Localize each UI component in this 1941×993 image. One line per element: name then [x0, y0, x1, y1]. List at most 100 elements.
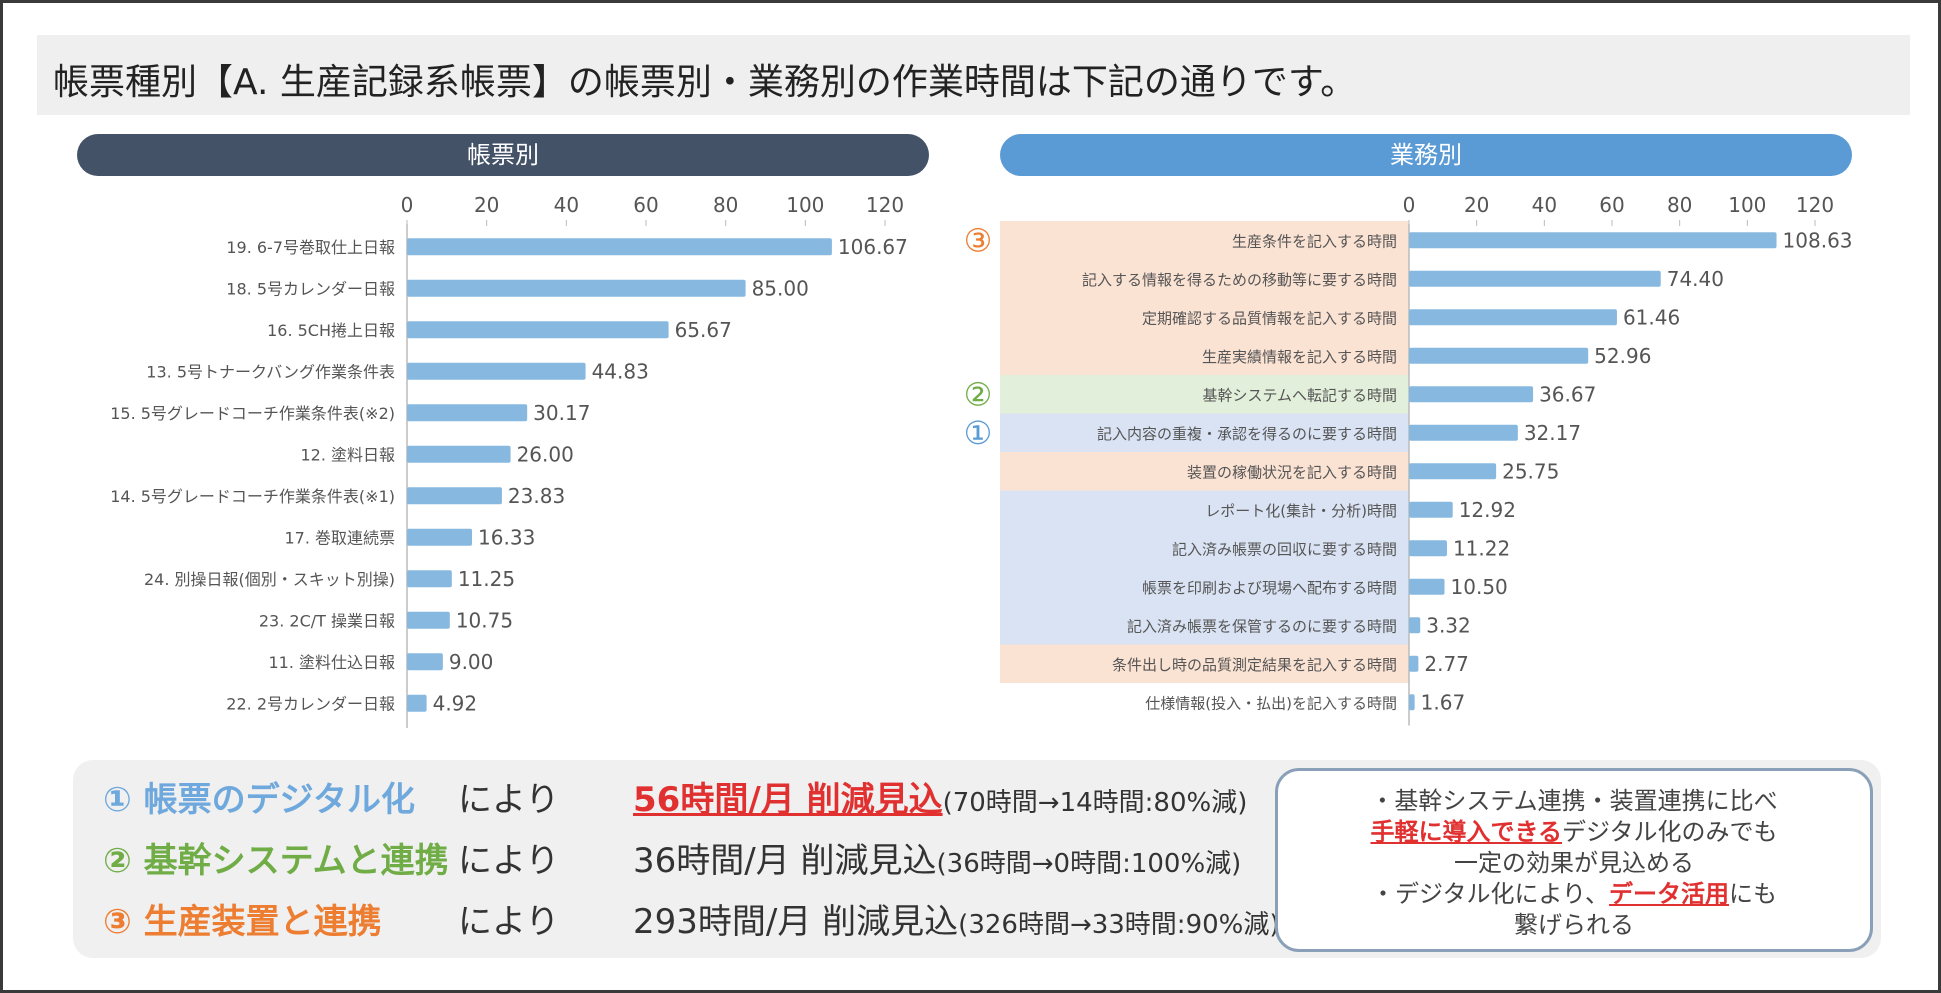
bar [407, 362, 586, 380]
summary-detail: (70時間→14時間:80%減) [942, 788, 1248, 818]
data-label: 11.25 [458, 567, 515, 591]
category-label: 18. 5号カレンダー日報 [226, 279, 395, 298]
category-label: 17. 巻取連続票 [284, 528, 395, 547]
bar [1409, 463, 1497, 480]
group-marker: ② [964, 375, 993, 413]
summary-amount-line: 56時間/月 削減見込(70時間→14時間:80%減) [633, 772, 1247, 821]
bar [1409, 270, 1661, 287]
note-box: ・基幹システム連携・装置連携に比べ 手軽に導入できるデジタル化のみでも 一定の効… [1275, 768, 1873, 952]
category-label: 装置の稼働状況を記入する時間 [1187, 463, 1397, 481]
summary-label: ③ 生産装置と連携 [103, 902, 382, 942]
data-label: 30.17 [533, 401, 590, 425]
summary-detail: (36時間→0時間:100%減) [936, 849, 1242, 879]
data-label: 10.75 [456, 608, 513, 632]
summary-yori: により [458, 841, 560, 881]
tick-label: 80 [713, 193, 738, 217]
data-label: 4.92 [433, 691, 478, 715]
bar [407, 487, 502, 505]
category-label: 記入内容の重複・承認を得るのに要する時間 [1097, 425, 1397, 443]
bar [1409, 578, 1445, 595]
category-label: 記入済み帳票を保管するのに要する時間 [1127, 617, 1397, 635]
data-label: 16.33 [478, 525, 535, 549]
category-label: 14. 5号グレードコーチ作業条件表(※1) [110, 487, 395, 506]
bar [407, 570, 452, 588]
data-label: 2.77 [1424, 652, 1469, 676]
category-label: 仕様情報(投入・払出)を記入する時間 [1145, 694, 1397, 712]
summary-label: ① 帳票のデジタル化 [103, 780, 415, 820]
note-emphasis-easy: 手軽に導入できる [1370, 818, 1562, 846]
category-label: 記入済み帳票の回収に要する時間 [1172, 540, 1397, 558]
category-label: 12. 塗料日報 [300, 445, 395, 464]
category-label: 22. 2号カレンダー日報 [226, 694, 395, 713]
tick-label: 60 [1599, 193, 1624, 217]
note-line-3: 一定の効果が見込める [1454, 849, 1694, 877]
bar [407, 321, 669, 339]
category-label: 23. 2C/T 操業日報 [259, 611, 395, 630]
note-line-1: ・基幹システム連携・装置連携に比べ [1370, 787, 1778, 815]
summary-amount-line: 293時間/月 削減見込(326時間→33時間:90%減) [633, 894, 1280, 943]
tick-label: 20 [474, 193, 499, 217]
group-marker: ③ [964, 221, 993, 259]
data-label: 44.83 [592, 359, 649, 383]
note-line-4-pre: ・デジタル化により、 [1370, 880, 1610, 908]
bar [1409, 424, 1518, 441]
bar [407, 611, 450, 629]
bar [407, 653, 443, 671]
tick-label: 120 [1796, 193, 1834, 217]
data-label: 25.75 [1502, 459, 1559, 483]
data-label: 12.92 [1459, 498, 1516, 522]
category-label: 16. 5CH捲上日報 [267, 321, 395, 340]
data-label: 61.46 [1623, 305, 1680, 329]
data-label: 26.00 [517, 442, 574, 466]
bar [1409, 694, 1415, 711]
category-label: 生産実績情報を記入する時間 [1202, 348, 1397, 366]
bar [407, 694, 427, 712]
data-label: 65.67 [675, 318, 732, 342]
slide-frame: 帳票種別【A. 生産記録系帳票】の帳票別・業務別の作業時間は下記の通りです。 帳… [0, 0, 1941, 993]
data-label: 108.63 [1783, 228, 1853, 252]
category-label: 条件出し時の品質測定結果を記入する時間 [1112, 656, 1397, 674]
data-label: 9.00 [449, 650, 494, 674]
bar [1409, 309, 1617, 326]
data-label: 74.40 [1667, 267, 1724, 291]
group-marker: ① [964, 414, 993, 452]
data-label: 32.17 [1524, 421, 1581, 445]
data-label: 85.00 [752, 276, 809, 300]
category-label: 生産条件を記入する時間 [1232, 232, 1397, 250]
summary-amount-line: 36時間/月 削減見込(36時間→0時間:100%減) [633, 833, 1241, 882]
bar [407, 445, 511, 463]
data-label: 1.67 [1421, 690, 1466, 714]
category-label: 11. 塗料仕込日報 [268, 653, 395, 672]
bar [1409, 655, 1419, 672]
bar [407, 528, 473, 546]
note-line-2: 手軽に導入できるデジタル化のみでも [1278, 812, 1870, 847]
tick-label: 120 [866, 193, 904, 217]
category-label: 記入する情報を得るための移動等に要する時間 [1082, 271, 1397, 289]
summary-yori: により [458, 902, 560, 942]
bar [1409, 232, 1777, 249]
data-label: 36.67 [1539, 382, 1596, 406]
tick-label: 0 [401, 193, 414, 217]
category-label: 13. 5号トナークバング作業条件表 [146, 362, 395, 381]
note-line-4: ・デジタル化により、データ活用にも [1278, 874, 1870, 909]
bar [407, 279, 746, 297]
tick-label: 0 [1403, 193, 1416, 217]
tick-label: 60 [633, 193, 658, 217]
bar [1409, 617, 1421, 634]
note-line-2-rest: デジタル化のみでも [1562, 818, 1778, 846]
bar [1409, 540, 1447, 557]
summary-label: ② 基幹システムと連携 [103, 841, 449, 881]
category-label: 24. 別操日報(個別・スキット別操) [144, 570, 395, 589]
data-label: 106.67 [838, 235, 908, 259]
tick-label: 80 [1667, 193, 1692, 217]
category-label: 基幹システムへ転記する時間 [1202, 386, 1397, 404]
data-label: 52.96 [1594, 344, 1651, 368]
summary-amount: 293時間/月 削減見込 [633, 902, 959, 942]
bar [1409, 501, 1453, 518]
bar [407, 404, 528, 422]
note-line-4-post: にも [1729, 880, 1778, 908]
category-label: レポート化(集計・分析)時間 [1205, 502, 1397, 520]
category-label: 帳票を印刷および現場へ配布する時間 [1142, 579, 1397, 597]
summary-detail: (326時間→33時間:90%減) [958, 910, 1280, 940]
tick-label: 100 [1728, 193, 1766, 217]
